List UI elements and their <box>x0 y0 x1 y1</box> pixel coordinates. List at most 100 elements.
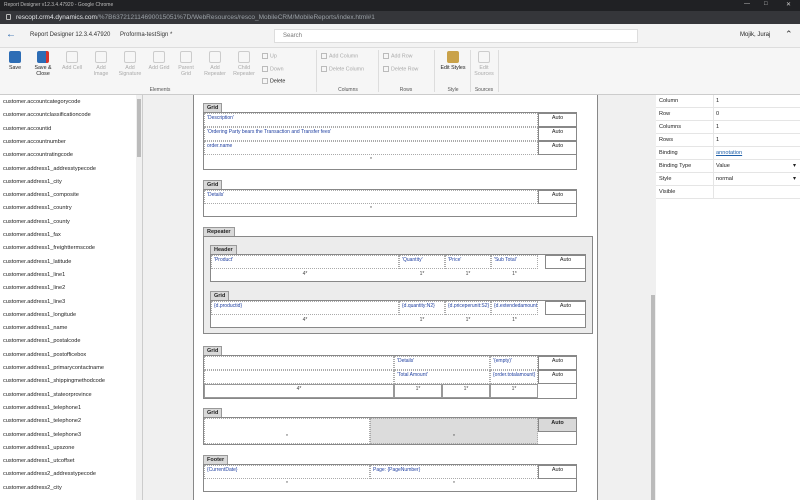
field-list-item[interactable]: customer.address1_postalcode <box>3 338 80 344</box>
selected-cell[interactable] <box>370 418 538 444</box>
row-size-auto[interactable]: Auto <box>538 141 577 155</box>
field-list-scrollbar[interactable] <box>136 95 142 500</box>
page-number-cell[interactable]: Page: {PageNumber} <box>370 465 538 479</box>
column-size[interactable]: 1* <box>445 271 491 277</box>
add-cell-button[interactable]: Add Cell <box>58 51 86 71</box>
add-column-button[interactable]: Add Column <box>321 53 358 59</box>
down-button[interactable]: Down <box>262 66 284 72</box>
prop-row-columns[interactable]: Columns 1 <box>656 121 800 134</box>
column-size[interactable]: 1* <box>490 384 538 398</box>
prop-row-rows[interactable]: Rows 1 <box>656 134 800 147</box>
prop-value[interactable]: 1 <box>716 98 719 104</box>
row-size-auto[interactable]: Auto <box>538 465 577 479</box>
chevron-down-icon[interactable]: ▾ <box>793 162 796 169</box>
column-size[interactable]: 1* <box>394 384 442 398</box>
prop-value[interactable]: 0 <box>716 111 719 117</box>
delete-column-button[interactable]: Delete Column <box>321 66 364 72</box>
total-amount-label-cell[interactable]: 'Total Amount' <box>394 370 490 384</box>
row-size-auto[interactable]: Auto <box>545 301 586 315</box>
column-size[interactable]: 1* <box>399 317 445 323</box>
field-list-item[interactable]: customer.address1_upszone <box>3 445 75 451</box>
child-repeater-button[interactable]: Child Repeater <box>231 51 257 77</box>
empty-value-cell[interactable]: '(empty)' <box>490 356 538 370</box>
product-header-cell[interactable]: 'Product' <box>211 255 399 269</box>
delete-button[interactable]: Delete <box>262 78 285 84</box>
save-close-button[interactable]: Save & Close <box>30 51 56 77</box>
field-list-item[interactable]: customer.address1_latitude <box>3 259 71 265</box>
row-size-auto[interactable]: Auto <box>538 190 577 204</box>
add-signature-button[interactable]: Add Signature <box>116 51 144 77</box>
column-size[interactable]: 4* <box>211 317 399 323</box>
field-list-item[interactable]: customer.address1_stateorprovince <box>3 392 92 398</box>
field-list-item[interactable]: customer.address1_addresstypecode <box>3 166 96 172</box>
field-list-item[interactable]: customer.accountid <box>3 126 51 132</box>
subtotal-header-cell[interactable]: 'Sub Total' <box>491 255 538 269</box>
field-list-item[interactable]: customer.accountnumber <box>3 139 66 145</box>
field-list-item[interactable]: customer.address2_addresstypecode <box>3 471 96 477</box>
document-tab[interactable]: Proforma-testSign * <box>120 32 172 38</box>
quantity-header-cell[interactable]: 'Quantity' <box>399 255 445 269</box>
extended-amount-cell[interactable]: {d.extendedamount} <box>491 301 538 315</box>
empty-cell[interactable] <box>204 370 394 384</box>
field-list-item[interactable]: customer.address1_city <box>3 179 62 185</box>
column-size[interactable]: 4* <box>204 384 394 398</box>
add-row-button[interactable]: Add Row <box>383 53 413 59</box>
restore-icon[interactable]: □ <box>764 1 768 7</box>
binding-type-select[interactable]: Value <box>716 163 730 169</box>
price-cell[interactable]: {d.priceperunit:S2} <box>445 301 491 315</box>
description-cell[interactable]: 'Description' <box>204 113 538 127</box>
prop-row-column[interactable]: Column 1 <box>656 95 800 108</box>
field-list-item[interactable]: customer.accountclassificationcode <box>3 112 91 118</box>
field-list-item[interactable]: customer.address1_telephone1 <box>3 405 81 411</box>
style-select[interactable]: normal <box>716 176 733 182</box>
current-date-cell[interactable]: {CurrentDate} <box>204 465 370 479</box>
field-list-item[interactable]: customer.address1_telephone2 <box>3 418 81 424</box>
details-cell[interactable]: 'Details' <box>204 190 538 204</box>
up-button[interactable]: Up <box>262 53 277 59</box>
price-header-cell[interactable]: 'Price' <box>445 255 491 269</box>
field-list-item[interactable]: customer.address1_shippingmethodcode <box>3 378 105 384</box>
close-icon[interactable]: ✕ <box>786 1 791 8</box>
field-list-item[interactable]: customer.address1_telephone3 <box>3 432 81 438</box>
column-size[interactable]: 1* <box>491 271 538 277</box>
add-repeater-button[interactable]: Add Repeater <box>201 51 229 77</box>
edit-styles-button[interactable]: Edit Styles <box>437 51 469 71</box>
field-list-item[interactable]: customer.address1_longitude <box>3 312 76 318</box>
field-list-item[interactable]: customer.address1_name <box>3 325 67 331</box>
edit-sources-button[interactable]: Edit Sources <box>472 51 496 77</box>
field-list-item[interactable]: customer.address1_fax <box>3 232 61 238</box>
column-size[interactable]: 1* <box>399 271 445 277</box>
prop-row-binding-type[interactable]: Binding Type Value ▾ <box>656 160 800 173</box>
field-list-item[interactable]: customer.address1_county <box>3 219 70 225</box>
scroll-thumb[interactable] <box>651 295 655 500</box>
field-list-item[interactable]: customer.address1_line3 <box>3 299 65 305</box>
chevron-down-icon[interactable]: ▾ <box>793 175 796 182</box>
column-size[interactable]: * <box>370 481 538 487</box>
prop-row-visible[interactable]: Visible <box>656 186 800 199</box>
empty-cell[interactable] <box>204 356 394 370</box>
row-size-auto[interactable]: Auto <box>538 370 577 384</box>
column-size[interactable]: * <box>370 434 538 440</box>
column-size[interactable]: 1* <box>445 317 491 323</box>
field-list-item[interactable]: customer.accountratingcode <box>3 152 73 158</box>
binding-link[interactable]: annotation <box>716 150 742 156</box>
field-list-item[interactable]: customer.address1_line2 <box>3 285 65 291</box>
column-size[interactable]: * <box>204 206 538 212</box>
column-size[interactable]: * <box>204 434 370 440</box>
chevron-up-icon[interactable]: ⌃ <box>785 29 793 40</box>
add-grid-button[interactable]: Add Grid <box>146 51 172 71</box>
field-list-item[interactable]: customer.accountcategorycode <box>3 99 80 105</box>
add-image-button[interactable]: Add Image <box>88 51 114 77</box>
row-size-auto[interactable]: Auto <box>538 418 577 432</box>
column-size[interactable]: 4* <box>211 271 399 277</box>
scroll-thumb[interactable] <box>137 99 141 157</box>
column-size[interactable]: 1* <box>442 384 490 398</box>
field-list-item[interactable]: customer.address1_composite <box>3 192 79 198</box>
minimize-icon[interactable]: — <box>744 1 750 7</box>
order-name-cell[interactable]: order.name <box>204 141 538 155</box>
total-amount-value-cell[interactable]: {order.totalamount} <box>490 370 538 384</box>
user-name[interactable]: Mojik, Juraj <box>740 32 770 38</box>
field-list-item[interactable]: customer.address1_utcoffset <box>3 458 74 464</box>
field-list-item[interactable]: customer.address1_freighttermscode <box>3 245 95 251</box>
save-button[interactable]: Save <box>4 51 26 71</box>
